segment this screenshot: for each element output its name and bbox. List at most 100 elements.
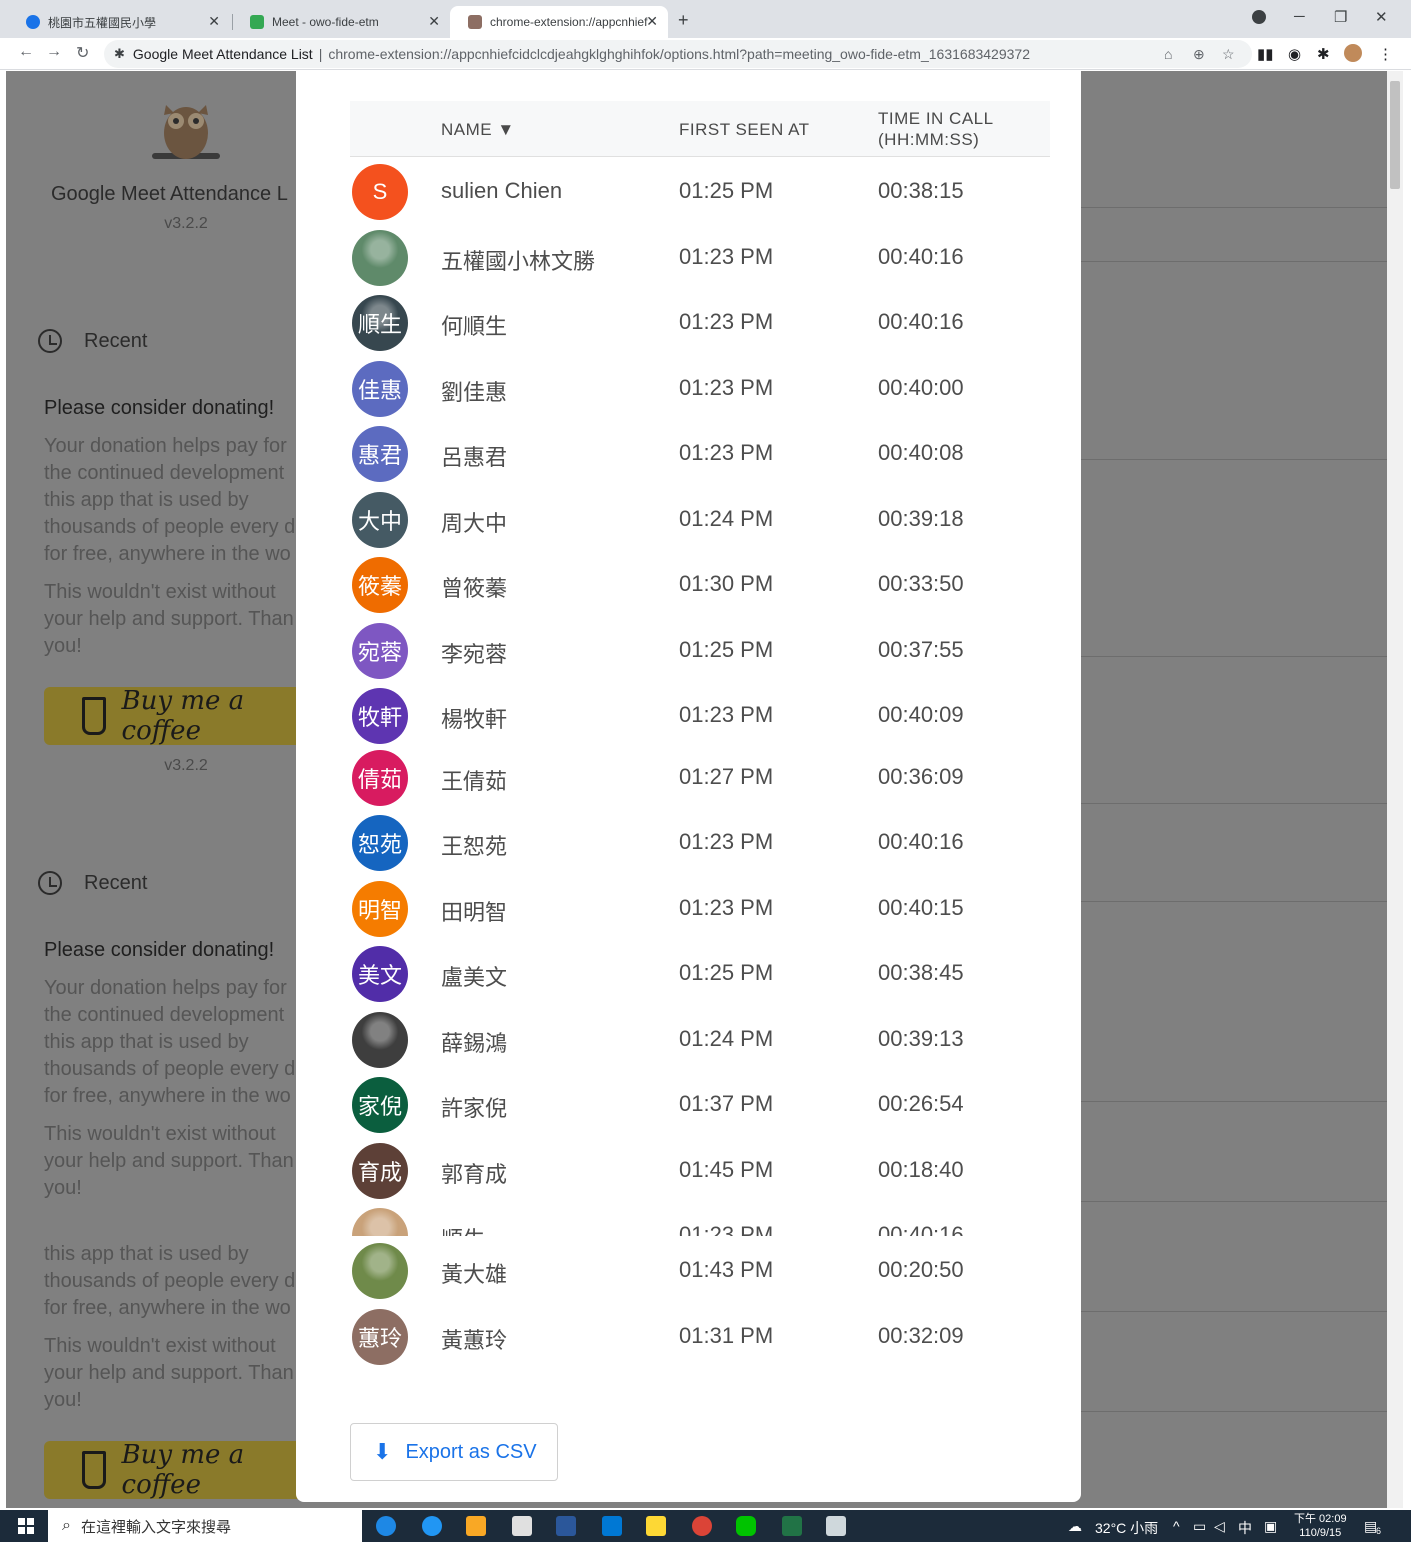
back-icon[interactable]: ← bbox=[18, 43, 34, 61]
volume-icon[interactable]: ◁ bbox=[1214, 1518, 1225, 1535]
file-explorer-icon[interactable] bbox=[466, 1516, 486, 1536]
reload-icon[interactable]: ↻ bbox=[76, 43, 89, 63]
avatar: 牧軒 bbox=[352, 688, 408, 744]
line-icon[interactable] bbox=[736, 1516, 756, 1536]
tab-title: Meet - owo-fide-etm bbox=[272, 15, 379, 29]
participant-name: 劉佳惠 bbox=[441, 380, 508, 405]
time-in-call: 00:39:18 bbox=[878, 506, 964, 531]
first-seen-time: 01:43 PM bbox=[679, 1257, 774, 1282]
avatar[interactable] bbox=[1344, 44, 1362, 62]
chrome-icon[interactable] bbox=[692, 1516, 712, 1536]
first-seen-time: 01:23 PM bbox=[679, 309, 774, 334]
export-csv-button[interactable]: ⬇ Export as CSV bbox=[350, 1423, 558, 1481]
tab-meet[interactable]: Meet - owo-fide-etm ✕ bbox=[232, 6, 450, 38]
recent-heading[interactable]: Recent bbox=[38, 329, 147, 353]
table-row: 明智 田明智 01:23 PM 00:40:15 bbox=[350, 875, 1050, 941]
download-icon: ⬇ bbox=[373, 1439, 392, 1464]
donate-heading: Please consider donating! bbox=[44, 939, 275, 961]
extensions-icon[interactable]: ✱ bbox=[1317, 45, 1330, 63]
edge-icon[interactable] bbox=[422, 1516, 442, 1536]
translate-icon[interactable]: ⌂ bbox=[1164, 46, 1172, 62]
notification-count: 6 bbox=[1376, 1526, 1382, 1536]
table-row: 佳惠 劉佳惠 01:23 PM 00:40:00 bbox=[350, 355, 1050, 421]
restore-icon[interactable]: ❐ bbox=[1334, 8, 1347, 26]
forward-icon[interactable]: → bbox=[46, 43, 62, 61]
first-seen-column-header[interactable]: FIRST SEEN AT bbox=[679, 101, 810, 157]
first-seen-time: 01:24 PM bbox=[679, 506, 774, 531]
minimize-icon[interactable]: ─ bbox=[1294, 8, 1305, 25]
taskbar-clock[interactable]: 下午 02:09 110/9/15 bbox=[1294, 1512, 1347, 1540]
store-icon[interactable] bbox=[512, 1516, 532, 1536]
tray-chevron-icon[interactable]: ^ bbox=[1173, 1518, 1180, 1534]
sticky-notes-icon[interactable] bbox=[646, 1516, 666, 1536]
recent-heading[interactable]: Recent bbox=[38, 871, 147, 895]
word-icon[interactable] bbox=[556, 1516, 576, 1536]
ime-mode-icon[interactable]: ▣ bbox=[1264, 1518, 1277, 1535]
table-row: 順生 01:23 PM 00:40:16 bbox=[350, 1202, 1050, 1236]
audio-extension-icon[interactable]: ▮▮ bbox=[1257, 45, 1274, 63]
network-icon[interactable]: ▭ bbox=[1193, 1518, 1206, 1535]
new-tab-button[interactable]: + bbox=[678, 10, 689, 31]
time-in-call-column-header[interactable]: TIME IN CALL (HH:MM:SS) bbox=[878, 101, 1018, 157]
scrollbar-thumb[interactable] bbox=[1390, 81, 1400, 189]
buy-coffee-button[interactable]: Buy me a coffee bbox=[44, 686, 306, 746]
owl-extension-icon[interactable]: ◉ bbox=[1288, 45, 1301, 63]
time-in-call: 00:40:08 bbox=[878, 440, 964, 465]
first-seen-time: 01:23 PM bbox=[679, 895, 774, 920]
bookmark-star-icon[interactable]: ☆ bbox=[1222, 46, 1235, 63]
buy-coffee-button[interactable]: Buy me a coffee bbox=[44, 1440, 306, 1500]
close-icon[interactable]: ✕ bbox=[428, 13, 440, 30]
tab-title: chrome-extension://appcnhief bbox=[490, 15, 648, 29]
search-icon: ⌕ bbox=[62, 1517, 71, 1534]
donate-text: this app that is used by thousands of peo… bbox=[44, 1243, 296, 1319]
avatar: 育成 bbox=[352, 1143, 408, 1199]
taskbar-search-input[interactable]: ⌕ 在這裡輸入文字來搜尋 bbox=[48, 1510, 362, 1542]
tab-school[interactable]: 桃園市五權國民小學 ✕ bbox=[8, 6, 230, 38]
weather-text[interactable]: 32°C 小雨 bbox=[1095, 1518, 1158, 1538]
recent-label: Recent bbox=[84, 871, 148, 894]
app-title: Google Meet Attendance L bbox=[51, 183, 288, 205]
participant-name: 田明智 bbox=[441, 900, 508, 925]
page-scrollbar[interactable] bbox=[1387, 71, 1403, 1508]
weather-icon[interactable]: ☁ bbox=[1068, 1518, 1082, 1535]
close-icon[interactable]: ✕ bbox=[208, 13, 220, 30]
tab-extension[interactable]: chrome-extension://appcnhief ✕ bbox=[450, 6, 668, 38]
first-seen-time: 01:25 PM bbox=[679, 178, 774, 203]
participant-name: 順生 bbox=[441, 1222, 485, 1236]
first-seen-time: 01:30 PM bbox=[679, 571, 774, 596]
windows-start-icon[interactable] bbox=[18, 1518, 34, 1534]
participant-name: 周大中 bbox=[441, 511, 508, 536]
avatar bbox=[352, 230, 408, 286]
first-seen-time: 01:31 PM bbox=[679, 1323, 774, 1348]
browser-toolbar: ← → ↻ ✱ Google Meet Attendance List | ch… bbox=[0, 38, 1411, 70]
owl-icon bbox=[468, 15, 482, 29]
handshake-app-icon[interactable] bbox=[826, 1516, 846, 1536]
close-window-icon[interactable]: ✕ bbox=[1375, 8, 1388, 26]
avatar: 宛蓉 bbox=[352, 623, 408, 679]
time-in-call: 00:40:16 bbox=[878, 309, 964, 334]
profile-menu-icon[interactable] bbox=[1252, 10, 1266, 24]
menu-kebab-icon[interactable]: ⋮ bbox=[1378, 45, 1393, 63]
first-seen-time: 01:23 PM bbox=[679, 702, 774, 727]
coffee-cup-icon bbox=[82, 1451, 106, 1489]
time-in-call: 00:36:09 bbox=[878, 764, 964, 789]
address-bar[interactable]: ✱ Google Meet Attendance List | chrome-e… bbox=[104, 40, 1252, 68]
ie-icon[interactable] bbox=[376, 1516, 396, 1536]
avatar bbox=[352, 1243, 408, 1299]
participant-name: 楊牧軒 bbox=[441, 707, 508, 732]
coffee-cup-icon bbox=[82, 697, 106, 735]
avatar bbox=[352, 1012, 408, 1068]
time-in-call: 00:18:40 bbox=[878, 1157, 964, 1182]
close-icon[interactable]: ✕ bbox=[646, 13, 658, 30]
windows-taskbar: ⌕ 在這裡輸入文字來搜尋 ☁ 32°C 小雨 ^ ▭ ◁ 中 ▣ 下午 02:0… bbox=[0, 1510, 1411, 1542]
excel-icon[interactable] bbox=[782, 1516, 802, 1536]
name-column-header[interactable]: NAME ▼ bbox=[441, 101, 515, 157]
zoom-icon[interactable]: ⊕ bbox=[1193, 46, 1205, 63]
thanks-text: This wouldn't exist without your help and… bbox=[44, 581, 294, 657]
ime-indicator[interactable]: 中 bbox=[1238, 1518, 1252, 1538]
time-in-call: 00:40:00 bbox=[878, 375, 964, 400]
mail-icon[interactable] bbox=[602, 1516, 622, 1536]
participant-name: 王恕苑 bbox=[441, 834, 508, 859]
time-in-call: 00:39:13 bbox=[878, 1026, 964, 1051]
table-row: 薛錫鴻 01:24 PM 00:39:13 bbox=[350, 1006, 1050, 1072]
